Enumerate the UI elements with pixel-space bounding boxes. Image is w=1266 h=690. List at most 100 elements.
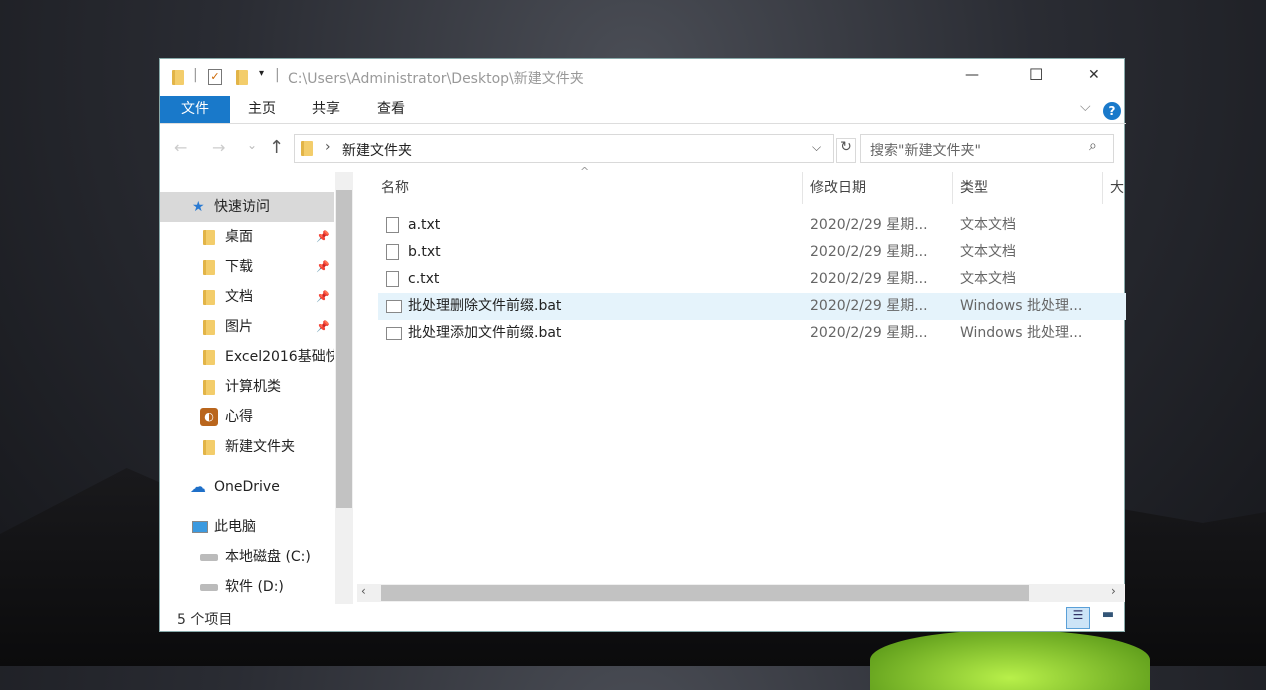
scroll-right-icon[interactable]: ›	[1111, 584, 1116, 598]
sidebar-item-label: 软件 (D:)	[225, 572, 284, 602]
sidebar-item-label: 新建文件夹	[225, 432, 295, 462]
folder-icon	[301, 141, 313, 156]
sidebar-item-pictures[interactable]: 图片📌	[160, 312, 334, 342]
column-header-type[interactable]: 类型	[960, 177, 988, 197]
column-divider[interactable]	[802, 172, 803, 204]
column-header-date[interactable]: 修改日期	[810, 177, 866, 197]
file-row[interactable]: b.txt2020/2/29 星期...文本文档	[378, 239, 1126, 266]
sidebar-item-label: 快速访问	[214, 192, 270, 222]
status-item-count: 5 个项目	[177, 609, 232, 629]
folder-icon	[172, 70, 184, 85]
file-name: 批处理添加文件前缀.bat	[408, 320, 561, 347]
sidebar-item-desktop[interactable]: 桌面 📌	[160, 222, 334, 252]
file-name: a.txt	[408, 212, 440, 239]
batch-file-icon	[386, 300, 402, 313]
sidebar-item-downloads[interactable]: 下载📌	[160, 252, 334, 282]
pictures-folder-icon	[203, 320, 215, 335]
tab-share[interactable]: 共享	[300, 96, 352, 123]
column-header-size[interactable]: 大	[1110, 177, 1124, 197]
drive-icon	[200, 554, 218, 561]
help-icon[interactable]: ?	[1103, 102, 1121, 120]
horizontal-scrollbar[interactable]: ‹ ›	[357, 584, 1125, 602]
customize-toolbar-icon[interactable]: ▾	[259, 68, 264, 79]
maximize-button[interactable]: ☐	[1029, 65, 1043, 84]
close-button[interactable]: ✕	[1088, 67, 1100, 83]
pin-icon[interactable]: 📌	[316, 252, 330, 282]
sidebar-item-label: 本地磁盘 (C:)	[225, 542, 311, 572]
title-bar: | ✓ ▾ | C:\Users\Administrator\Desktop\新…	[160, 59, 1126, 95]
tab-view[interactable]: 查看	[365, 96, 417, 123]
documents-folder-icon	[203, 290, 215, 305]
scroll-left-icon[interactable]: ‹	[361, 584, 366, 598]
file-row[interactable]: 批处理删除文件前缀.bat2020/2/29 星期...Windows 批处理.…	[378, 293, 1126, 320]
app-icon: ◐	[200, 408, 218, 426]
sidebar-item-this-pc[interactable]: 此电脑	[160, 512, 334, 542]
sidebar-item-drive-d[interactable]: 软件 (D:)	[160, 572, 334, 602]
tab-home[interactable]: 主页	[236, 96, 288, 123]
file-row[interactable]: c.txt2020/2/29 星期...文本文档	[378, 266, 1126, 293]
properties-icon[interactable]: ✓	[208, 69, 222, 85]
sidebar-item-onedrive[interactable]: ☁OneDrive	[160, 472, 334, 502]
text-file-icon	[386, 217, 399, 233]
details-view-button[interactable]: ☰	[1066, 607, 1090, 629]
file-type: 文本文档	[960, 239, 1016, 266]
drive-icon	[200, 584, 218, 591]
column-header-name[interactable]: 名称	[381, 177, 409, 197]
sidebar-item-label: 桌面	[225, 222, 253, 252]
pin-icon[interactable]: 📌	[316, 222, 330, 252]
pin-icon[interactable]: 📌	[316, 282, 330, 312]
navigation-pane: ★快速访问 桌面📌 下载📌 文档📌 图片📌 Excel2016基础快 计算机类 …	[160, 172, 334, 606]
refresh-button[interactable]: ↻	[836, 138, 856, 163]
file-type: Windows 批处理...	[960, 320, 1082, 347]
sidebar-item-label: 心得	[225, 402, 253, 432]
sidebar-item-quick-access[interactable]: ★ 快速访问	[160, 192, 334, 222]
pin-icon[interactable]: 📌	[316, 312, 330, 342]
sidebar-item-new-folder[interactable]: 新建文件夹	[160, 432, 334, 462]
desktop-folder-icon	[203, 230, 215, 245]
sort-ascending-icon: ^	[580, 165, 589, 178]
file-name: b.txt	[408, 239, 441, 266]
address-bar[interactable]: › 新建文件夹 ⌵	[294, 134, 834, 163]
divider	[160, 123, 1126, 124]
nav-scrollbar[interactable]	[335, 172, 353, 604]
column-divider[interactable]	[952, 172, 953, 204]
up-button[interactable]: ↑	[269, 137, 284, 158]
star-icon: ★	[192, 192, 205, 222]
file-row[interactable]: a.txt 2020/2/29 星期... 文本文档	[378, 212, 1126, 239]
sidebar-item-excel2016[interactable]: Excel2016基础快	[160, 342, 334, 372]
search-input[interactable]: 搜索"新建文件夹" ⌕	[860, 134, 1114, 163]
large-icons-view-button[interactable]: ▬	[1096, 607, 1120, 629]
file-type: 文本文档	[960, 212, 1016, 239]
sidebar-item-computer-class[interactable]: 计算机类	[160, 372, 334, 402]
sidebar-item-label: 计算机类	[225, 372, 281, 402]
file-row[interactable]: 批处理添加文件前缀.bat2020/2/29 星期...Windows 批处理.…	[378, 320, 1126, 347]
sidebar-item-label: OneDrive	[214, 472, 280, 502]
new-folder-icon[interactable]	[236, 70, 248, 85]
tab-file[interactable]: 文件	[160, 96, 230, 123]
window-title: C:\Users\Administrator\Desktop\新建文件夹	[288, 68, 584, 88]
sidebar-item-drive-c[interactable]: 本地磁盘 (C:)	[160, 542, 334, 572]
separator: |	[193, 67, 198, 83]
address-dropdown-icon[interactable]: ⌵	[812, 140, 821, 155]
column-divider[interactable]	[1102, 172, 1103, 204]
search-placeholder: 搜索"新建文件夹"	[870, 140, 981, 160]
nav-scrollbar-thumb[interactable]	[336, 190, 352, 508]
recent-locations-button[interactable]: ⌄	[247, 138, 257, 152]
forward-button[interactable]: →	[212, 138, 225, 157]
file-date: 2020/2/29 星期...	[810, 293, 928, 320]
expand-ribbon-icon[interactable]: ⌵	[1080, 99, 1091, 115]
separator: |	[275, 67, 280, 83]
search-icon[interactable]: ⌕	[1089, 138, 1097, 154]
folder-icon	[203, 380, 215, 395]
sidebar-item-documents[interactable]: 文档📌	[160, 282, 334, 312]
breadcrumb-current[interactable]: 新建文件夹	[342, 140, 412, 160]
file-date: 2020/2/29 星期...	[810, 212, 928, 239]
file-name: c.txt	[408, 266, 439, 293]
breadcrumb-separator[interactable]: ›	[325, 139, 331, 155]
sidebar-item-label: Excel2016基础快	[225, 342, 334, 372]
minimize-button[interactable]: —	[965, 67, 979, 83]
horizontal-scrollbar-thumb[interactable]	[381, 585, 1029, 601]
back-button[interactable]: ←	[174, 138, 187, 157]
file-type: 文本文档	[960, 266, 1016, 293]
sidebar-item-notes[interactable]: ◐ 心得	[160, 402, 334, 432]
